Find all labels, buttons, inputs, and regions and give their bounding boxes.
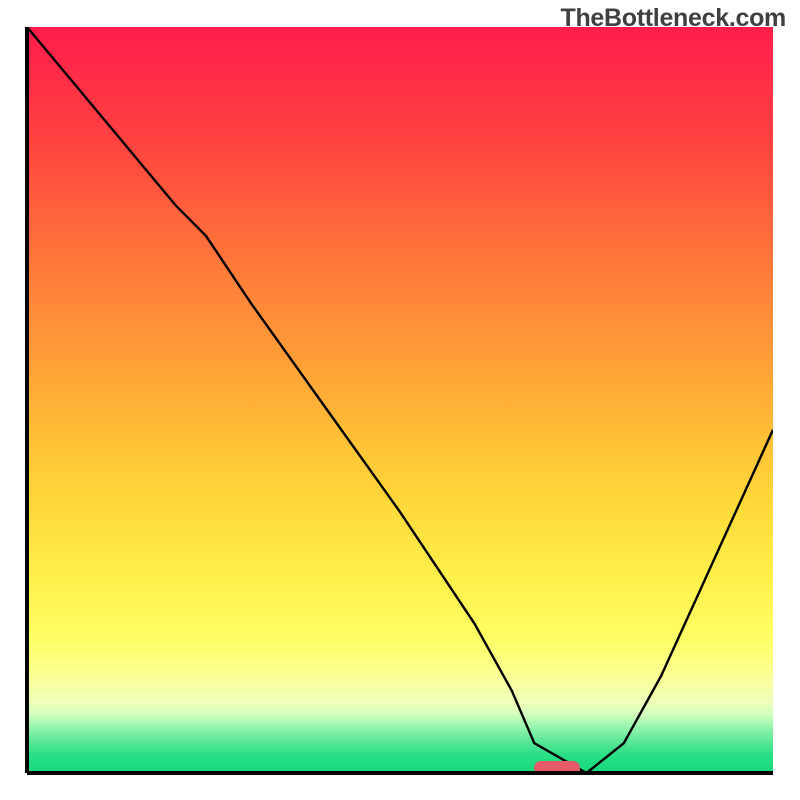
plot-area — [27, 27, 773, 773]
bottleneck-curve — [27, 27, 773, 773]
optimal-marker — [534, 761, 580, 773]
watermark-text: TheBottleneck.com — [560, 4, 786, 33]
chart-container: TheBottleneck.com — [0, 0, 800, 800]
curve-path — [27, 27, 773, 773]
